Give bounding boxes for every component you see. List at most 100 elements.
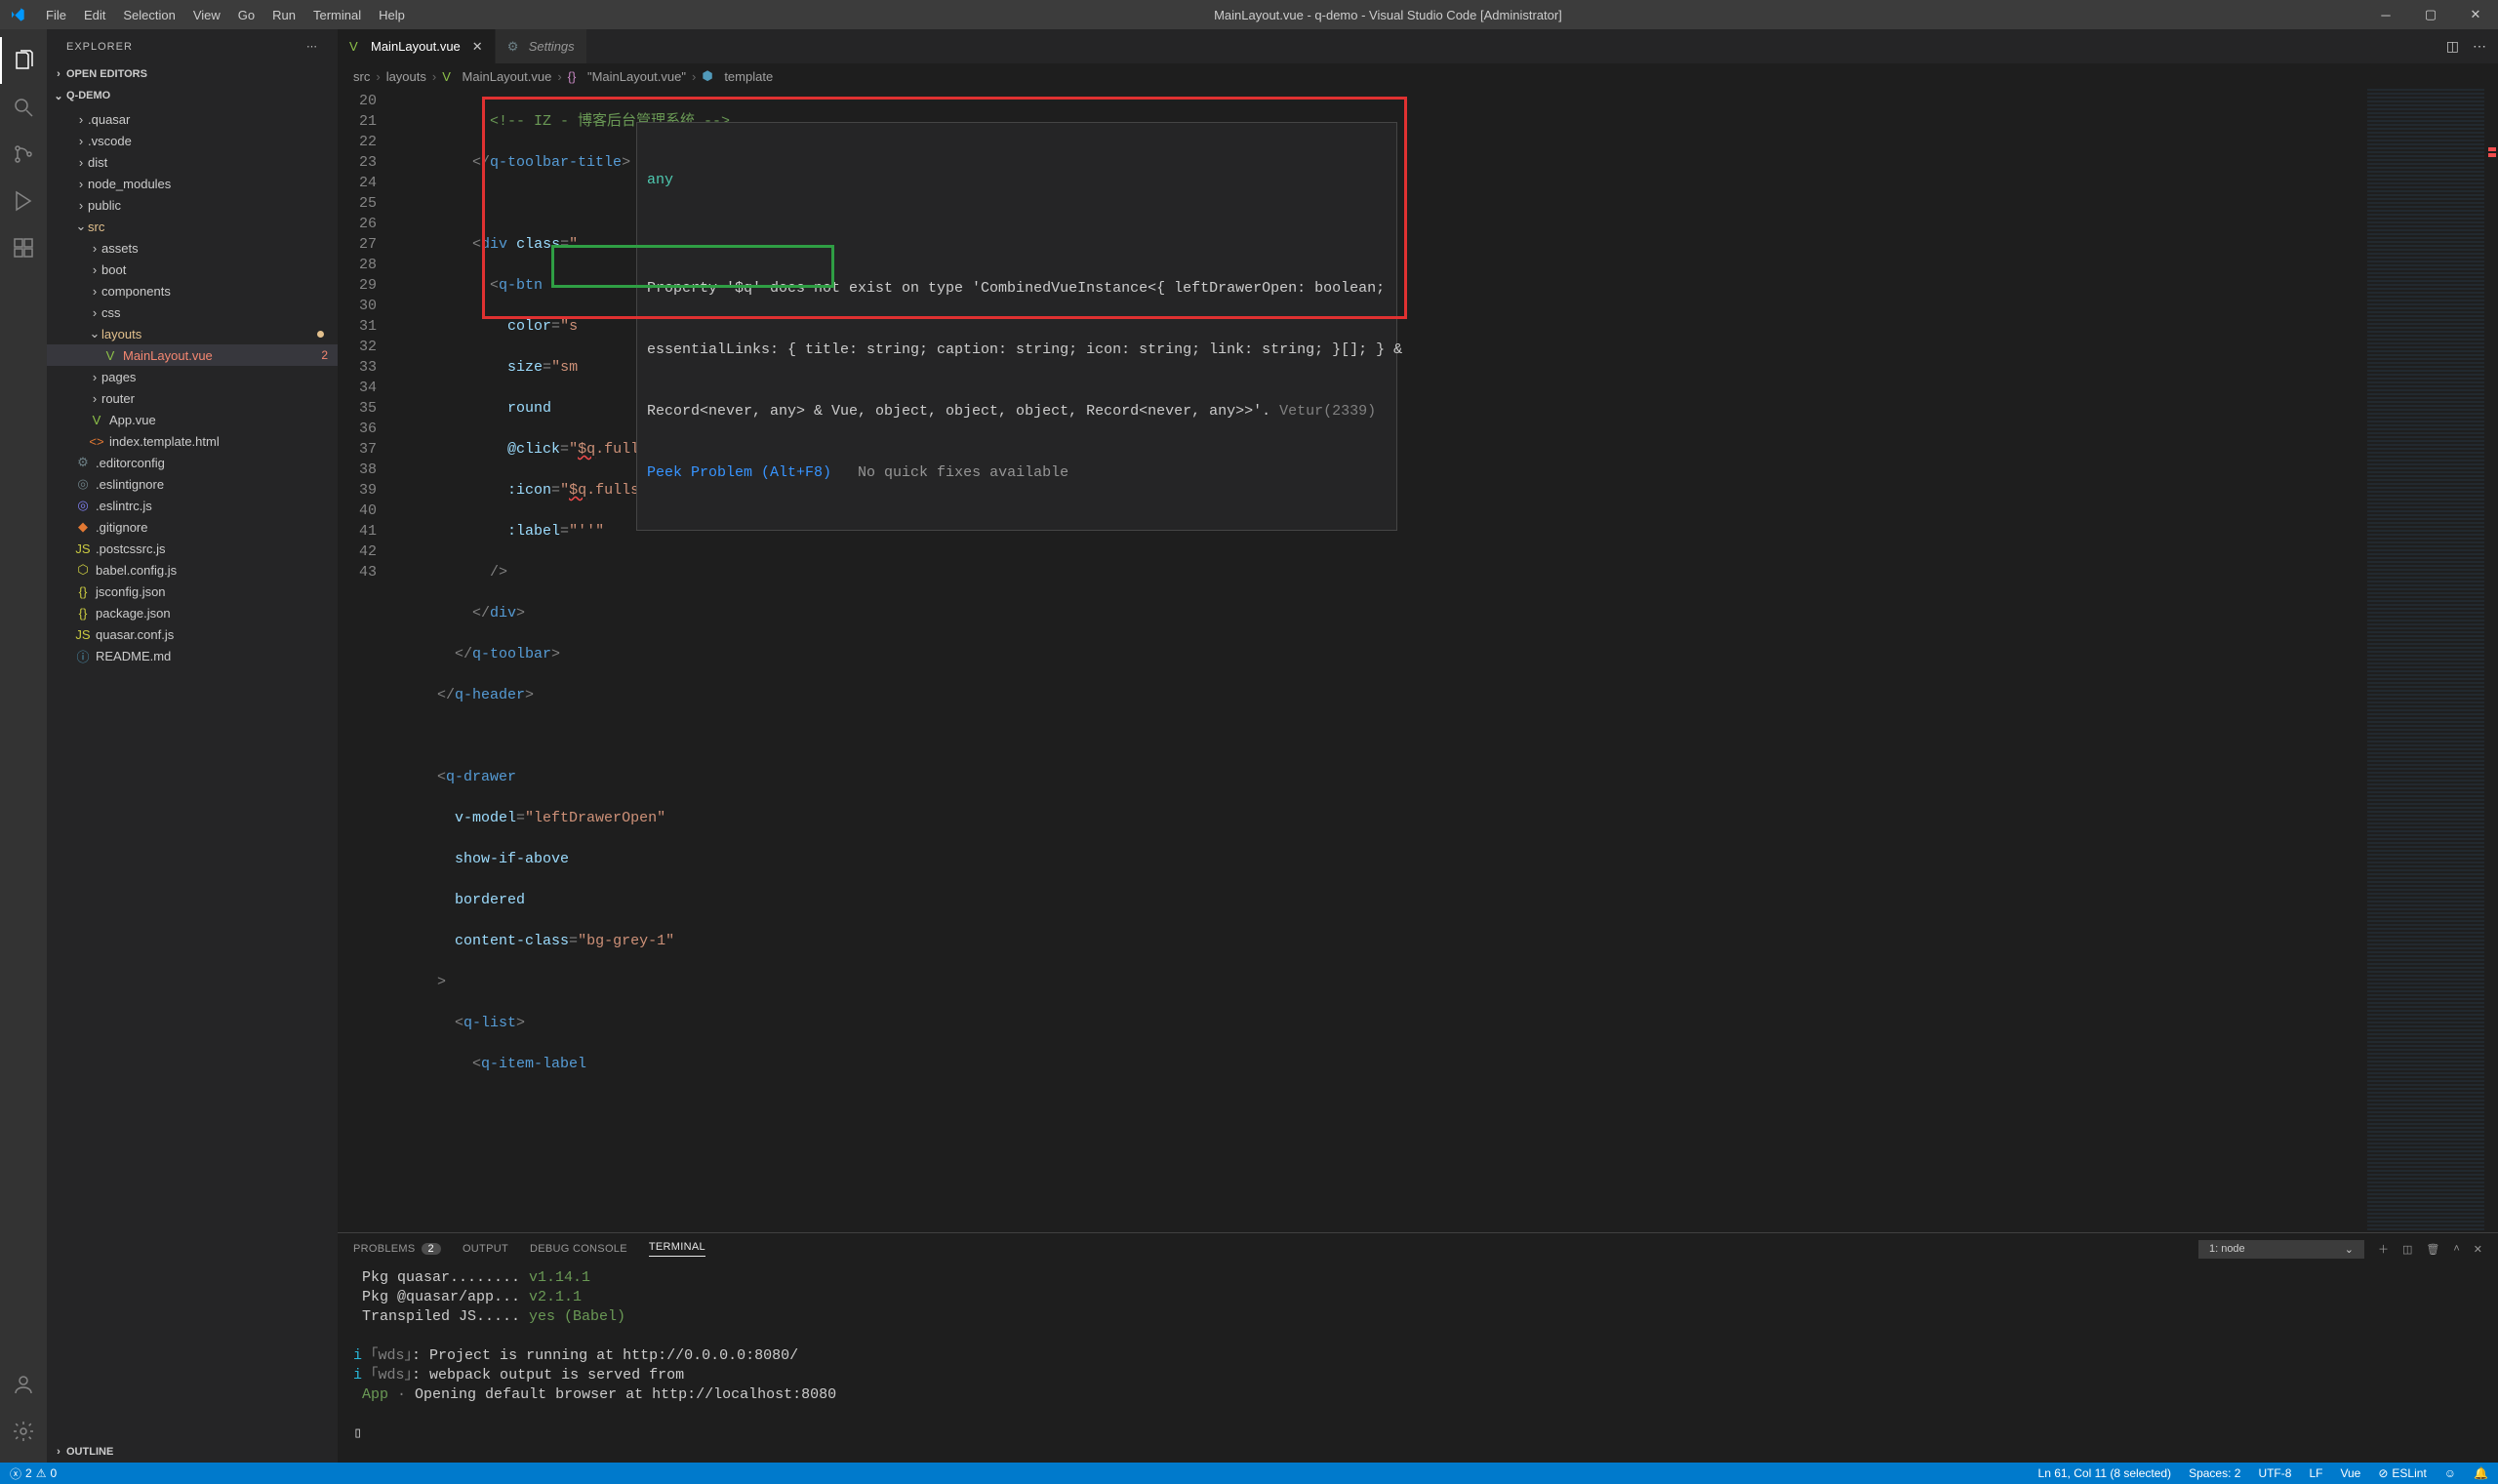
- outline-section[interactable]: ›OUTLINE: [47, 1441, 338, 1463]
- code-editor[interactable]: 2021222324252627282930313233343536373839…: [338, 89, 2498, 1232]
- search-icon[interactable]: [0, 84, 47, 131]
- folder-layouts[interactable]: ⌄layouts: [47, 323, 338, 344]
- file-editorconfig[interactable]: ⚙.editorconfig: [47, 452, 338, 473]
- menu-file[interactable]: File: [38, 4, 74, 26]
- panel-tabs: PROBLEMS2 OUTPUT DEBUG CONSOLE TERMINAL …: [338, 1233, 2498, 1264]
- folder-components[interactable]: ›components: [47, 280, 338, 301]
- status-eol[interactable]: LF: [2309, 1466, 2322, 1480]
- file-readme[interactable]: ⓘREADME.md: [47, 645, 338, 666]
- file-gitignore[interactable]: ◆.gitignore: [47, 516, 338, 538]
- file-babel[interactable]: ⬡babel.config.js: [47, 559, 338, 581]
- panel: PROBLEMS2 OUTPUT DEBUG CONSOLE TERMINAL …: [338, 1232, 2498, 1463]
- account-icon[interactable]: [0, 1361, 47, 1408]
- vue-file-icon: V: [349, 39, 365, 54]
- file-tree: ›.quasar ›.vscode ›dist ›node_modules ›p…: [47, 106, 338, 668]
- sidebar: EXPLORER ⋯ ›OPEN EDITORS ⌄Q-DEMO ›.quasa…: [47, 29, 338, 1463]
- tab-mainlayout[interactable]: V MainLayout.vue ✕: [338, 29, 496, 63]
- project-section[interactable]: ⌄Q-DEMO: [47, 85, 338, 106]
- breadcrumb-item[interactable]: ⬢ template: [702, 68, 773, 84]
- breadcrumb-item[interactable]: layouts: [386, 69, 426, 84]
- menu-help[interactable]: Help: [371, 4, 413, 26]
- breadcrumb-item[interactable]: V MainLayout.vue: [442, 69, 551, 84]
- split-editor-icon[interactable]: ◫: [2446, 38, 2459, 55]
- menu-selection[interactable]: Selection: [115, 4, 182, 26]
- menu-run[interactable]: Run: [264, 4, 303, 26]
- status-lang[interactable]: Vue: [2340, 1466, 2360, 1480]
- status-position[interactable]: Ln 61, Col 11 (8 selected): [2038, 1466, 2172, 1480]
- tab-debug[interactable]: DEBUG CONSOLE: [530, 1243, 627, 1255]
- hover-tooltip: any Property '$q' does not exist on type…: [636, 122, 1397, 531]
- folder-css[interactable]: ›css: [47, 301, 338, 323]
- window-title: MainLayout.vue - q-demo - Visual Studio …: [413, 8, 2363, 22]
- tab-problems[interactable]: PROBLEMS2: [353, 1243, 441, 1255]
- folder-node-modules[interactable]: ›node_modules: [47, 173, 338, 194]
- status-errors[interactable]: ⓧ 2 ⚠ 0: [10, 1465, 57, 1482]
- scm-icon[interactable]: [0, 131, 47, 178]
- explorer-header: EXPLORER ⋯: [47, 29, 338, 63]
- status-bell-icon[interactable]: 🔔: [2474, 1466, 2488, 1480]
- breadcrumb-item[interactable]: src: [353, 69, 370, 84]
- debug-icon[interactable]: [0, 178, 47, 224]
- terminal-output[interactable]: Pkg quasar........ v1.14.1 Pkg @quasar/a…: [338, 1264, 2498, 1463]
- menu-go[interactable]: Go: [230, 4, 262, 26]
- maximize-button[interactable]: ▢: [2408, 0, 2453, 29]
- kill-terminal-icon[interactable]: 🗑: [2426, 1243, 2439, 1256]
- tab-output[interactable]: OUTPUT: [463, 1243, 508, 1255]
- status-encoding[interactable]: UTF-8: [2258, 1466, 2291, 1480]
- more-icon[interactable]: ⋯: [306, 40, 318, 53]
- close-button[interactable]: ✕: [2453, 0, 2498, 29]
- file-appvue[interactable]: VApp.vue: [47, 409, 338, 430]
- tab-settings[interactable]: ⚙ Settings: [496, 29, 587, 63]
- tab-terminal[interactable]: TERMINAL: [649, 1241, 705, 1257]
- statusbar: ⓧ 2 ⚠ 0 Ln 61, Col 11 (8 selected) Space…: [0, 1463, 2498, 1484]
- file-jsconfig[interactable]: {}jsconfig.json: [47, 581, 338, 602]
- gear-icon[interactable]: [0, 1408, 47, 1455]
- maximize-panel-icon[interactable]: ˄: [2453, 1243, 2459, 1255]
- menu-view[interactable]: View: [185, 4, 228, 26]
- folder-public[interactable]: ›public: [47, 194, 338, 216]
- problems-count: 2: [422, 1243, 441, 1255]
- split-terminal-icon[interactable]: ◫: [2402, 1243, 2412, 1256]
- file-mainlayout[interactable]: VMainLayout.vue2: [47, 344, 338, 366]
- status-spaces[interactable]: Spaces: 2: [2189, 1466, 2240, 1480]
- breadcrumbs[interactable]: src› layouts› V MainLayout.vue› {} "Main…: [338, 63, 2498, 89]
- folder-src[interactable]: ⌄src: [47, 216, 338, 237]
- peek-problem-link[interactable]: Peek Problem (Alt+F8): [647, 464, 831, 481]
- menu-edit[interactable]: Edit: [76, 4, 113, 26]
- file-eslintrc[interactable]: ◎.eslintrc.js: [47, 495, 338, 516]
- close-icon[interactable]: ✕: [472, 39, 483, 55]
- minimize-button[interactable]: ─: [2363, 0, 2408, 29]
- overview-ruler[interactable]: [2484, 89, 2498, 1232]
- extensions-icon[interactable]: [0, 224, 47, 271]
- file-postcssrc[interactable]: JS.postcssrc.js: [47, 538, 338, 559]
- folder-boot[interactable]: ›boot: [47, 259, 338, 280]
- hover-type: any: [647, 170, 1387, 190]
- minimap[interactable]: [2367, 89, 2484, 1232]
- vscode-logo: [0, 7, 34, 22]
- folder-pages[interactable]: ›pages: [47, 366, 338, 387]
- close-panel-icon[interactable]: ✕: [2474, 1243, 2482, 1256]
- file-indexhtml[interactable]: <>index.template.html: [47, 430, 338, 452]
- file-package[interactable]: {}package.json: [47, 602, 338, 623]
- more-icon[interactable]: ⋯: [2473, 38, 2486, 55]
- menu-terminal[interactable]: Terminal: [305, 4, 369, 26]
- folder-router[interactable]: ›router: [47, 387, 338, 409]
- file-eslintignore[interactable]: ◎.eslintignore: [47, 473, 338, 495]
- breadcrumb-item[interactable]: {} "MainLayout.vue": [568, 69, 686, 84]
- tabbar: V MainLayout.vue ✕ ⚙ Settings ◫ ⋯: [338, 29, 2498, 63]
- open-editors-section[interactable]: ›OPEN EDITORS: [47, 63, 338, 85]
- terminal-select[interactable]: 1: node⌄: [2198, 1240, 2364, 1259]
- file-quasarconf[interactable]: JSquasar.conf.js: [47, 623, 338, 645]
- folder-dist[interactable]: ›dist: [47, 151, 338, 173]
- explorer-icon[interactable]: [0, 37, 47, 84]
- editor-area: V MainLayout.vue ✕ ⚙ Settings ◫ ⋯ src› l…: [338, 29, 2498, 1463]
- line-gutter: 2021222324252627282930313233343536373839…: [338, 89, 402, 1232]
- status-eslint[interactable]: ⊘ ESLint: [2378, 1466, 2426, 1480]
- folder-quasar[interactable]: ›.quasar: [47, 108, 338, 130]
- status-feedback-icon[interactable]: ☺: [2444, 1466, 2456, 1480]
- new-terminal-icon[interactable]: ＋: [2378, 1241, 2389, 1257]
- hover-msg: essentialLinks: { title: string; caption…: [647, 340, 1387, 360]
- folder-vscode[interactable]: ›.vscode: [47, 130, 338, 151]
- folder-assets[interactable]: ›assets: [47, 237, 338, 259]
- tab-label: MainLayout.vue: [371, 39, 461, 54]
